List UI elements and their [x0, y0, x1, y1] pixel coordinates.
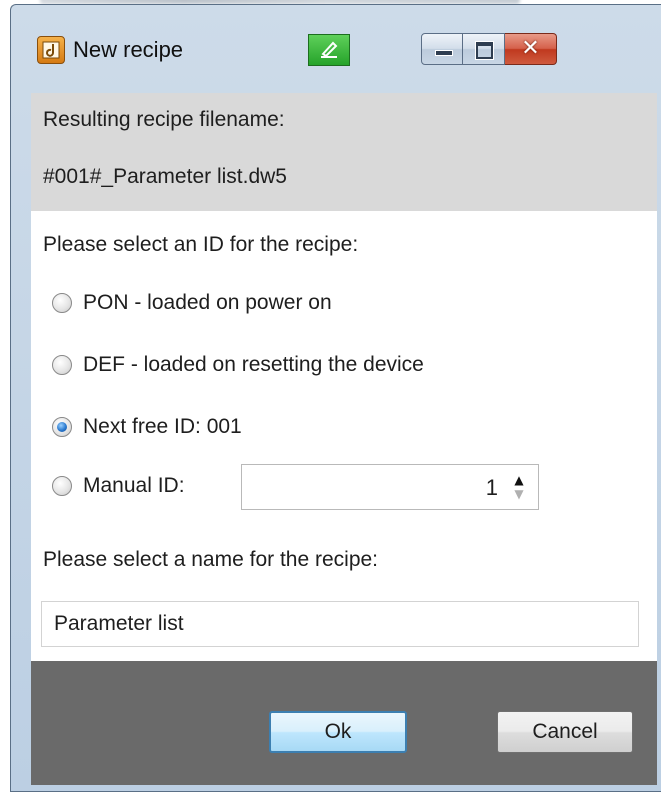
- manual-id-value: 1: [485, 475, 498, 500]
- recipe-app-icon: [37, 36, 65, 64]
- close-icon: ✕: [521, 36, 540, 61]
- window-title: New recipe: [73, 37, 184, 62]
- id-prompt-label: Please select an ID for the recipe:: [43, 233, 359, 256]
- cancel-button[interactable]: Cancel: [497, 711, 633, 753]
- minimize-icon: [435, 50, 453, 56]
- dialog-client-area: Resulting recipe filename: #001#_Paramet…: [31, 93, 657, 785]
- radio-next-free-id[interactable]: [52, 417, 72, 437]
- radio-pon[interactable]: [52, 293, 72, 313]
- radio-def[interactable]: [52, 355, 72, 375]
- spin-down-icon[interactable]: ▼: [512, 488, 526, 500]
- pin-edit-icon: [321, 41, 338, 58]
- spin-up-icon[interactable]: ▲: [512, 474, 526, 486]
- maximize-button[interactable]: [463, 33, 505, 65]
- new-recipe-dialog: New recipe ✕ Resulting recipe filename: …: [10, 4, 661, 792]
- radio-manual-id[interactable]: [52, 476, 72, 496]
- pin-edit-button[interactable]: [308, 34, 350, 66]
- window-caption-buttons: ✕: [421, 33, 557, 65]
- maximize-icon: [476, 42, 493, 59]
- manual-id-stepper[interactable]: 1 ▲ ▼: [241, 464, 539, 510]
- radio-manual-label[interactable]: Manual ID:: [83, 472, 185, 500]
- radio-def-label[interactable]: DEF - loaded on resetting the device: [83, 351, 424, 379]
- minimize-button[interactable]: [421, 33, 463, 65]
- filename-value: #001#_Parameter list.dw5: [43, 165, 287, 188]
- close-button[interactable]: ✕: [505, 33, 557, 65]
- ok-button[interactable]: Ok: [269, 711, 407, 753]
- name-prompt-label: Please select a name for the recipe:: [43, 548, 379, 571]
- recipe-name-input[interactable]: [41, 601, 639, 647]
- title-bar[interactable]: New recipe ✕: [11, 5, 661, 91]
- filename-info-panel: Resulting recipe filename: #001#_Paramet…: [31, 93, 657, 211]
- radio-next-free-label[interactable]: Next free ID: 001: [83, 413, 242, 441]
- filename-label: Resulting recipe filename:: [43, 108, 285, 131]
- radio-pon-label[interactable]: PON - loaded on power on: [83, 289, 332, 317]
